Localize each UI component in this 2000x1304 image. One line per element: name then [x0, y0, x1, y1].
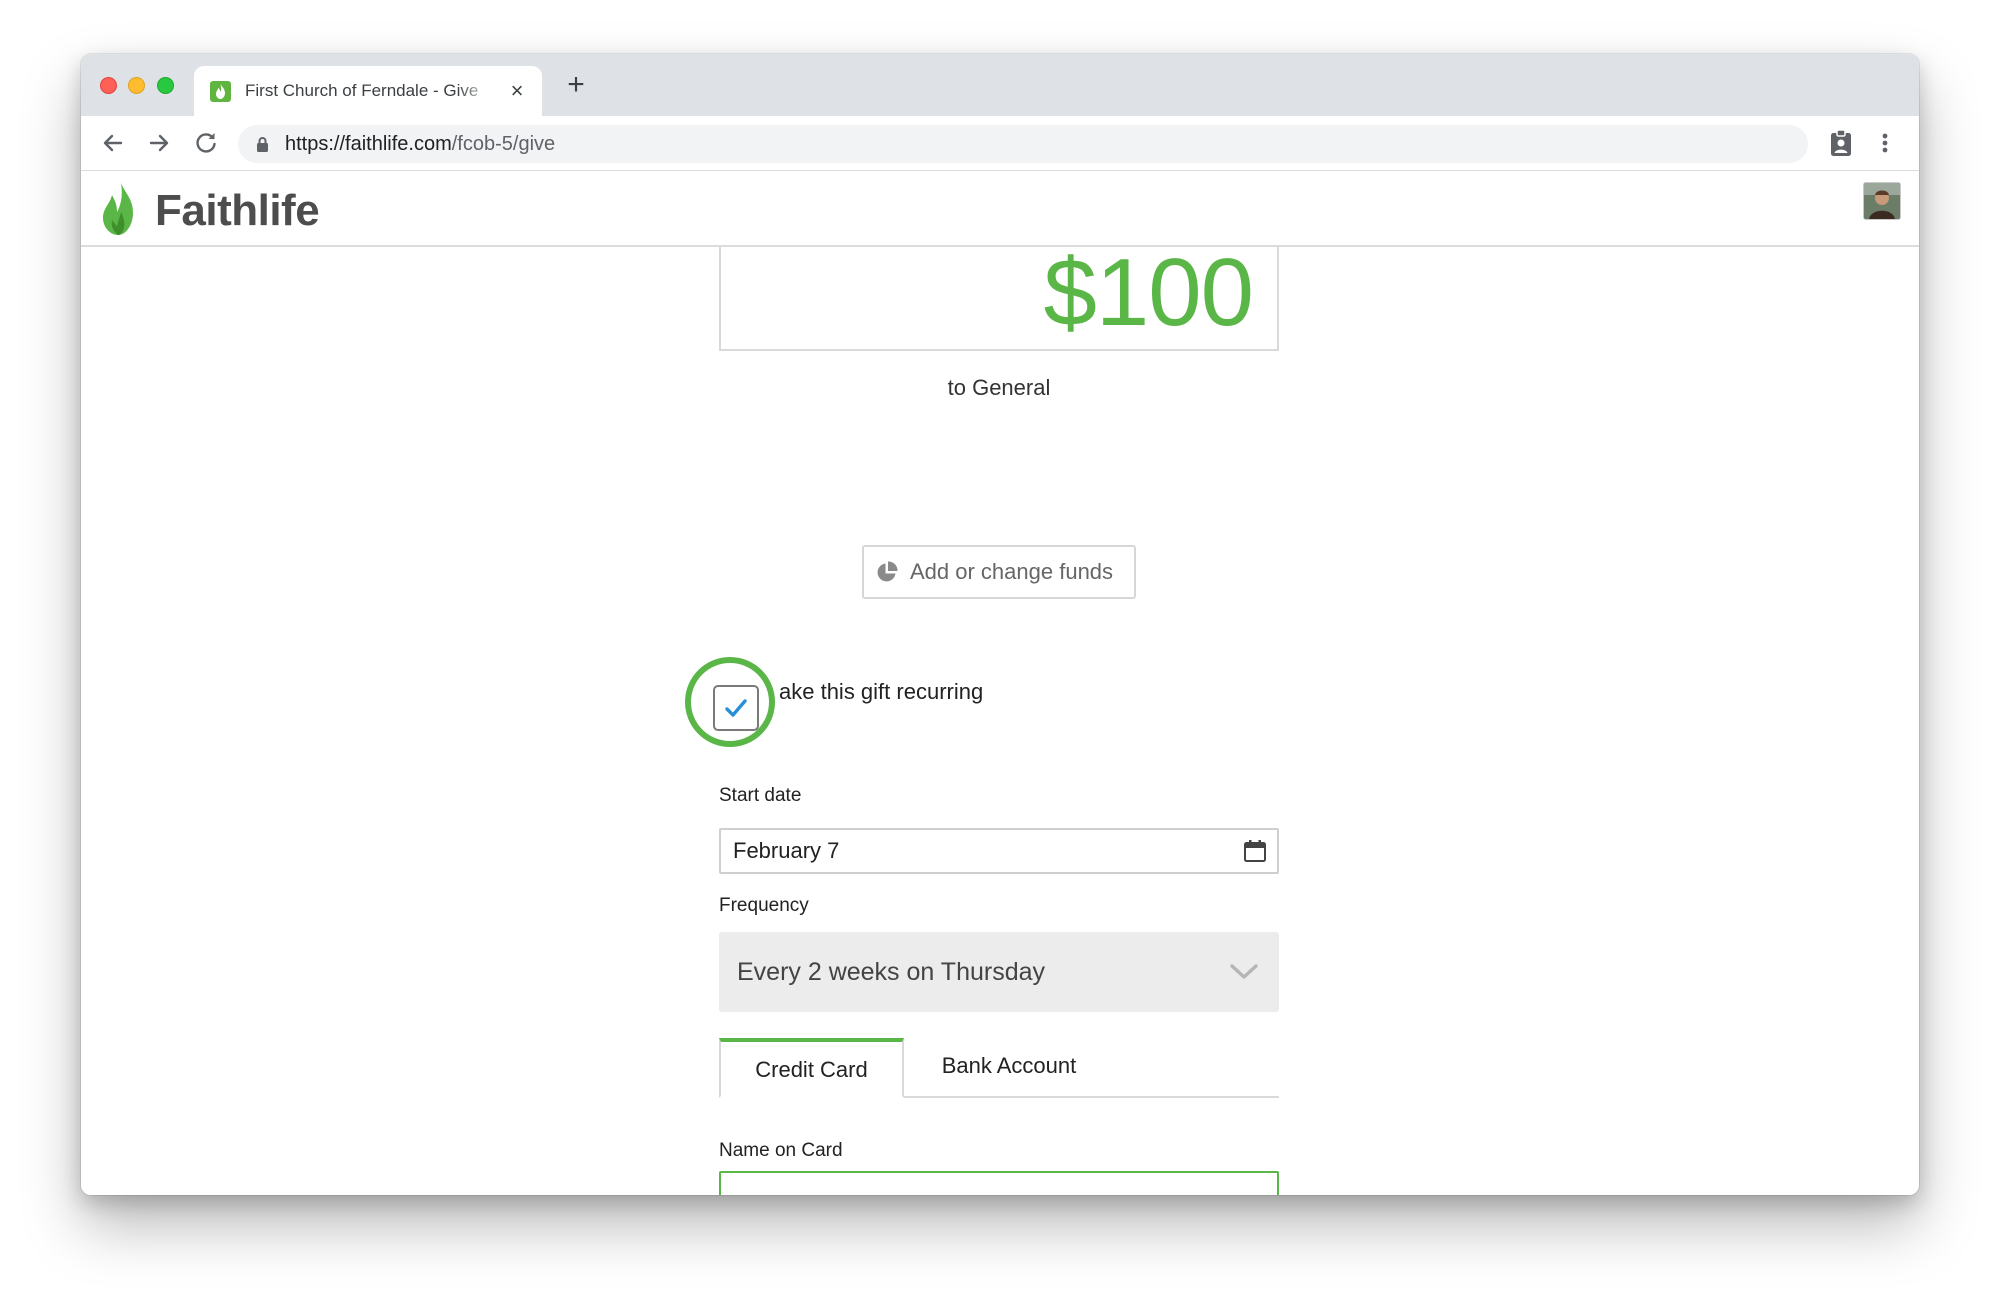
faithlife-favicon-icon [210, 81, 231, 102]
frequency-select[interactable]: Every 2 weeks on Thursday [719, 932, 1279, 1012]
flame-logo-icon [103, 183, 133, 235]
lock-icon [257, 137, 268, 152]
address-bar[interactable]: https://faithlife.com/fcob-5/give [238, 125, 1808, 163]
recurring-checkbox[interactable] [713, 685, 759, 731]
reload-icon[interactable] [192, 129, 220, 157]
url-host: https://faithlife.com [285, 133, 452, 155]
name-on-card-label: Name on Card [719, 1140, 843, 1161]
browser-toolbar: https://faithlife.com/fcob-5/give [81, 116, 1919, 171]
name-on-card-input[interactable] [721, 1173, 1277, 1195]
start-date-input[interactable]: February 7 [719, 828, 1279, 874]
url-text: https://faithlife.com/fcob-5/give [285, 125, 555, 163]
back-arrow-icon[interactable] [99, 129, 127, 157]
new-tab-button[interactable]: + [559, 68, 593, 102]
profile-badge-icon[interactable] [1829, 129, 1853, 162]
tab-close-icon[interactable]: × [507, 80, 527, 102]
frequency-label: Frequency [719, 895, 809, 916]
start-date-label: Start date [719, 785, 802, 806]
tab-bank-account[interactable]: Bank Account [904, 1038, 1114, 1096]
faithlife-logo[interactable]: Faithlife [99, 181, 320, 237]
close-window-button[interactable] [100, 77, 117, 94]
browser-tab-active[interactable]: First Church of Ferndale - Give × [194, 66, 542, 116]
url-path: /fcob-5/give [451, 133, 556, 155]
logo-text: Faithlife [155, 186, 320, 235]
tab-credit-card[interactable]: Credit Card [719, 1038, 904, 1098]
pie-chart-icon [877, 561, 898, 582]
forward-arrow-icon[interactable] [145, 129, 173, 157]
minimize-window-button[interactable] [128, 77, 145, 94]
recurring-checkbox-label[interactable]: ake this gift recurring [779, 677, 983, 707]
frequency-value: Every 2 weeks on Thursday [737, 958, 1046, 986]
amount-display[interactable]: $100 [719, 247, 1279, 351]
start-date-value: February 7 [733, 838, 840, 863]
fund-destination-text: to General [947, 375, 1051, 400]
more-vert-icon[interactable] [1881, 129, 1889, 162]
tab-strip: First Church of Ferndale - Give × + [81, 54, 1919, 116]
gift-amount: $100 [1043, 247, 1254, 346]
calendar-icon[interactable] [1243, 839, 1267, 863]
user-avatar[interactable] [1863, 182, 1901, 220]
name-on-card-field[interactable] [719, 1171, 1279, 1195]
checkmark-icon [725, 699, 747, 717]
browser-window: First Church of Ferndale - Give × + http… [81, 54, 1919, 1195]
add-change-funds-button[interactable]: Add or change funds [862, 545, 1136, 599]
add-change-funds-label: Add or change funds [910, 559, 1114, 584]
maximize-window-button[interactable] [157, 77, 174, 94]
give-form-content: $100 to General Add or change funds ake … [81, 247, 1919, 1195]
tab-title: First Church of Ferndale - Give [245, 81, 479, 100]
payment-method-tabs: Credit Card Bank Account [719, 1038, 1279, 1098]
chevron-down-icon [1230, 964, 1258, 979]
site-header: Faithlife [81, 171, 1919, 247]
